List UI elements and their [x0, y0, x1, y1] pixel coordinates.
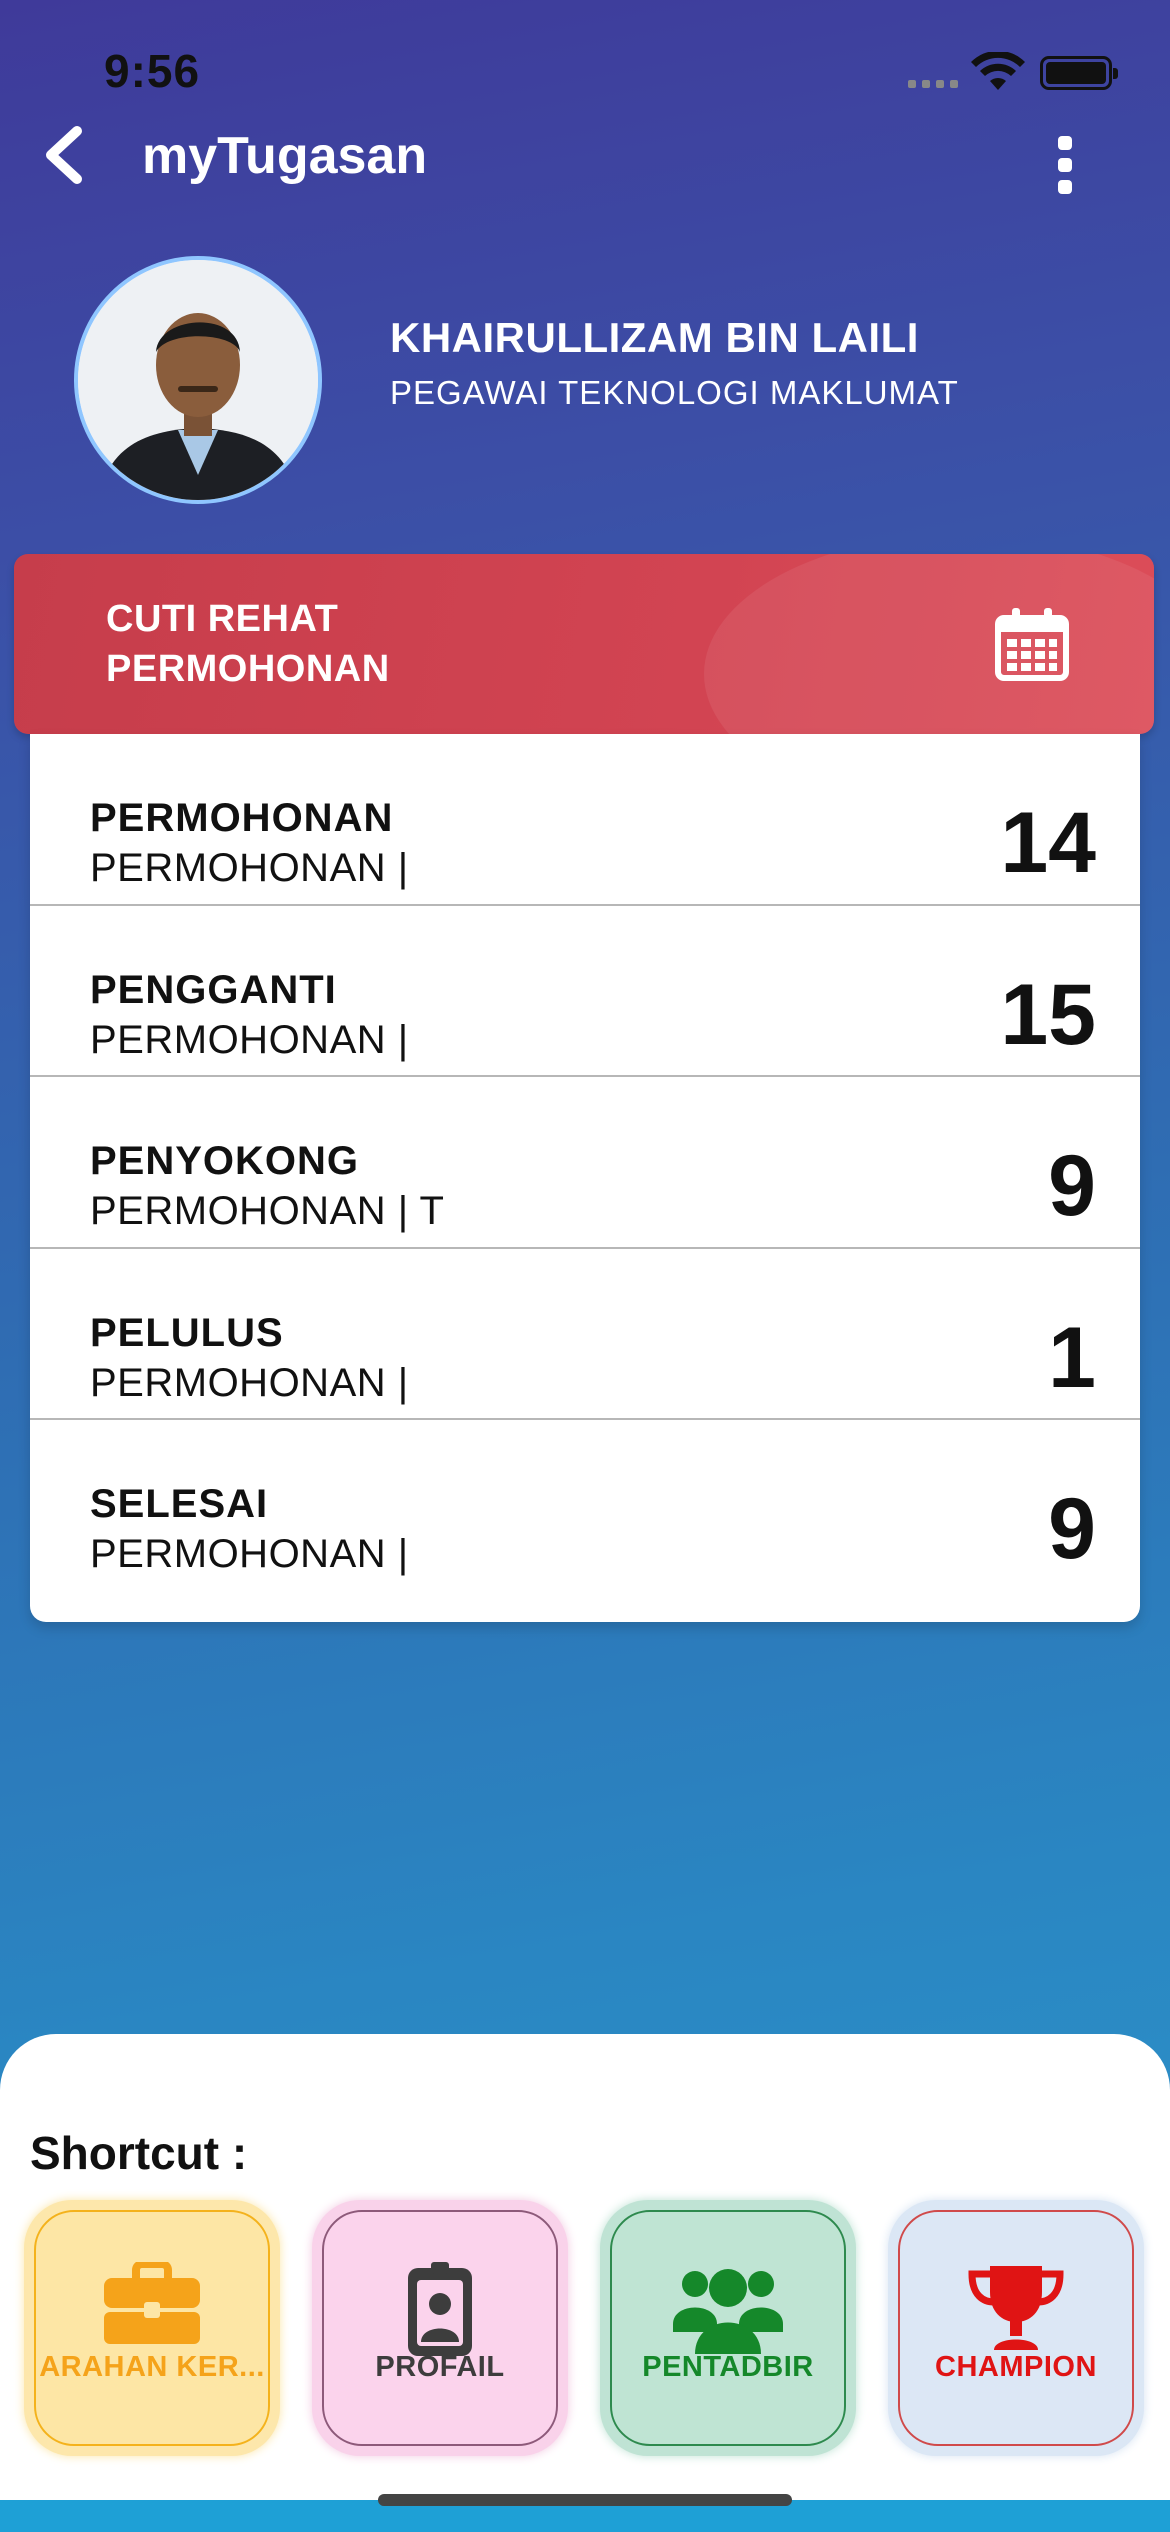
cellular-signal-icon	[908, 80, 958, 88]
chevron-left-icon	[46, 126, 82, 184]
stat-count: 9	[1048, 1481, 1096, 1578]
stat-count: 14	[1000, 795, 1096, 891]
leave-type-label: CUTI REHAT	[106, 598, 339, 640]
list-item[interactable]: PELULUS PERMOHONAN | 1	[30, 1249, 1140, 1421]
navigation-bar: myTugasan	[0, 110, 1170, 200]
shortcut-profail[interactable]: PROFAIL	[312, 2200, 568, 2456]
stat-label: PENGGANTI	[90, 967, 337, 1012]
list-item[interactable]: PERMOHONAN PERMOHONAN | 14	[30, 734, 1140, 906]
stat-label: PENYOKONG	[90, 1139, 360, 1184]
trophy-icon	[968, 2266, 1064, 2350]
users-icon	[673, 2269, 783, 2354]
back-button[interactable]	[28, 120, 98, 190]
leave-type-card[interactable]: CUTI REHAT PERMOHONAN	[14, 554, 1154, 734]
stat-count: 15	[1000, 966, 1096, 1063]
list-item[interactable]: SELESAI PERMOHONAN | 9	[30, 1420, 1140, 1592]
shortcut-champion[interactable]: CHAMPION	[888, 2200, 1144, 2456]
stat-subtitle: PERMOHONAN |	[90, 846, 409, 890]
leave-subtitle: PERMOHONAN	[106, 648, 390, 690]
id-badge-icon	[408, 2262, 472, 2356]
stat-subtitle: PERMOHONAN |	[90, 1532, 409, 1577]
decorative-blob	[704, 554, 1154, 734]
stat-subtitle: PERMOHONAN |	[90, 1017, 409, 1062]
list-item[interactable]: PENYOKONG PERMOHONAN | T 9	[30, 1077, 1140, 1249]
calendar-icon[interactable]	[994, 606, 1070, 682]
list-item[interactable]: PENGGANTI PERMOHONAN | 15	[30, 906, 1140, 1078]
home-indicator[interactable]	[378, 2494, 792, 2506]
status-time: 9:56	[104, 45, 201, 97]
shortcut-title: Shortcut :	[30, 2127, 248, 2179]
shortcut-panel: Shortcut : ARAHAN KER... PROFAIL PENTADB…	[0, 2034, 1170, 2500]
shortcut-tiles: ARAHAN KER... PROFAIL PENTADBIR CHAMPION	[24, 2200, 1146, 2462]
stat-count: 9	[1048, 1138, 1096, 1235]
stat-label: SELESAI	[90, 1482, 269, 1527]
avatar	[74, 256, 322, 504]
stats-list: PERMOHONAN PERMOHONAN | 14 PENGGANTI PER…	[30, 734, 1140, 1622]
user-role: PEGAWAI TEKNOLOGI MAKLUMAT	[390, 374, 959, 411]
more-vertical-icon	[1058, 136, 1072, 150]
shortcut-pentadbir[interactable]: PENTADBIR	[600, 2200, 856, 2456]
more-menu-button[interactable]	[1040, 130, 1090, 200]
shortcut-label: ARAHAN KER...	[39, 2351, 265, 2383]
stat-subtitle: PERMOHONAN |	[90, 1360, 409, 1405]
user-name: KHAIRULLIZAM BIN LAILI	[390, 314, 919, 361]
stat-count: 1	[1048, 1309, 1096, 1406]
shortcut-label: CHAMPION	[935, 2351, 1097, 2383]
stat-label: PELULUS	[90, 1310, 284, 1355]
leave-card-title: CUTI REHAT PERMOHONAN	[106, 594, 390, 694]
page-title: myTugasan	[142, 127, 428, 185]
battery-icon	[1040, 56, 1118, 90]
stat-subtitle: PERMOHONAN | T	[90, 1189, 445, 1234]
wifi-icon	[971, 52, 1025, 90]
stat-label: PERMOHONAN	[90, 796, 394, 840]
shortcut-arahan-kerja[interactable]: ARAHAN KER...	[24, 2200, 280, 2456]
profile-photo	[78, 260, 318, 500]
briefcase-icon	[104, 2262, 200, 2344]
